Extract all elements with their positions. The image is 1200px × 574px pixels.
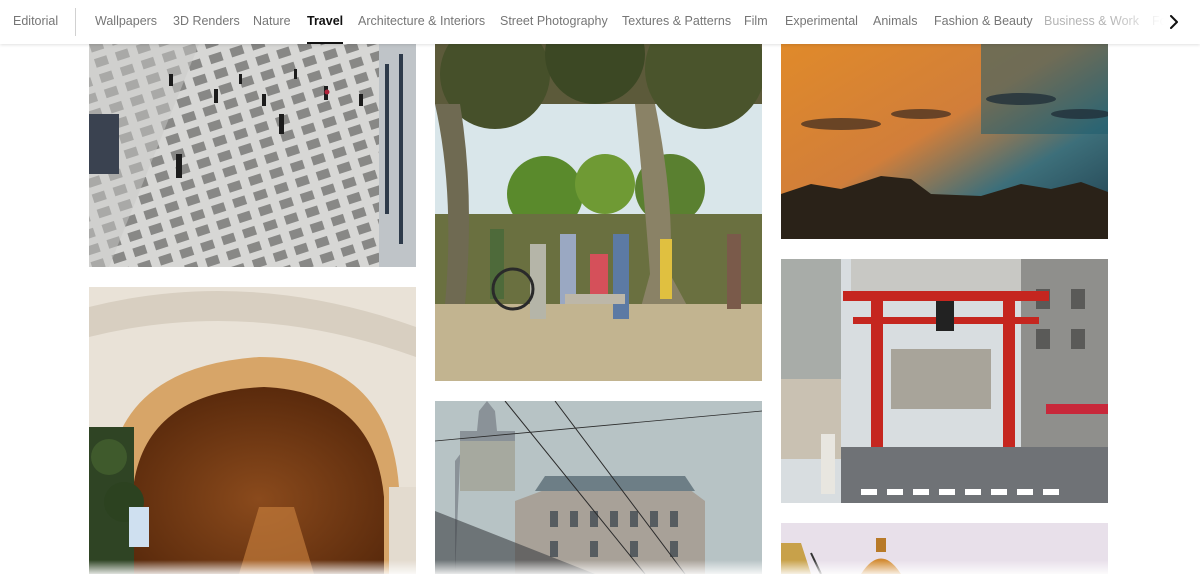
chevron-right-icon	[1170, 15, 1178, 29]
nav-fade-overlay	[1110, 0, 1200, 44]
nav-next-button[interactable]	[1162, 10, 1186, 34]
nav-item-experimental[interactable]: Experimental	[785, 0, 858, 44]
nav-item-3d-renders[interactable]: 3D Renders	[173, 0, 240, 44]
plaza-shadows-photo[interactable]	[89, 44, 416, 267]
park-chess-players-photo[interactable]	[435, 44, 762, 381]
nav-item-editorial[interactable]: Editorial	[13, 0, 58, 44]
arch-corridor-photo[interactable]	[89, 287, 416, 574]
nav-item-architecture-interiors[interactable]: Architecture & Interiors	[358, 0, 485, 44]
torii-gate-street-photo[interactable]	[781, 259, 1108, 503]
nav-item-travel[interactable]: Travel	[307, 0, 344, 44]
nav-item-street-photography[interactable]: Street Photography	[500, 0, 608, 44]
category-nav: Editorial Wallpapers 3D Renders Nature T…	[0, 0, 1200, 44]
sunset-silhouette-photo[interactable]	[781, 44, 1108, 239]
nav-divider	[75, 8, 76, 36]
nav-item-fashion-beauty[interactable]: Fashion & Beauty	[934, 0, 1033, 44]
bottom-fade	[0, 560, 1200, 574]
nav-item-nature[interactable]: Nature	[253, 0, 291, 44]
nav-item-animals[interactable]: Animals	[873, 0, 917, 44]
nav-item-textures-patterns[interactable]: Textures & Patterns	[622, 0, 731, 44]
nav-item-film[interactable]: Film	[744, 0, 768, 44]
amsterdam-palace-photo[interactable]	[435, 401, 762, 574]
nav-item-wallpapers[interactable]: Wallpapers	[95, 0, 157, 44]
